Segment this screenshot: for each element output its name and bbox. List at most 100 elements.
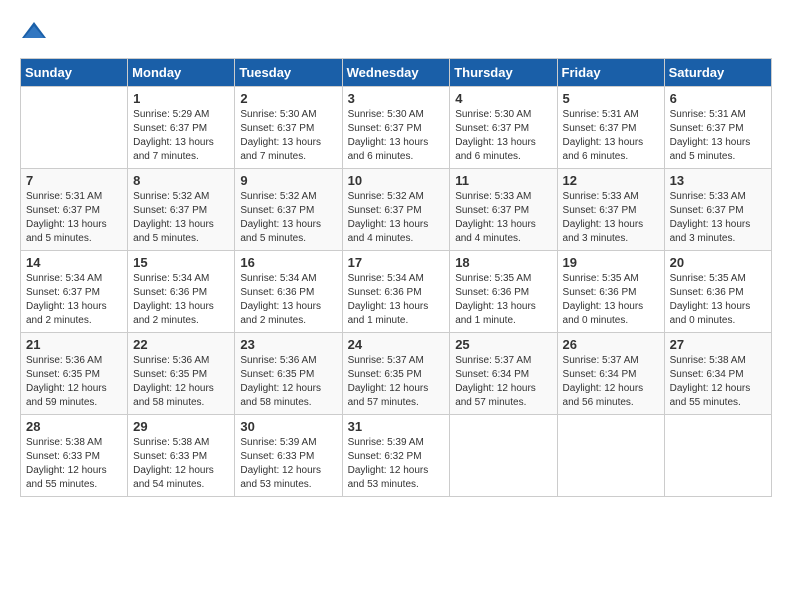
day-number: 21 xyxy=(26,337,122,352)
day-number: 12 xyxy=(563,173,659,188)
col-header-friday: Friday xyxy=(557,59,664,87)
day-info: Sunrise: 5:31 AMSunset: 6:37 PMDaylight:… xyxy=(563,108,659,164)
day-number: 4 xyxy=(455,91,551,106)
calendar-cell: 16 Sunrise: 5:34 AMSunset: 6:36 PMDayligh… xyxy=(235,251,342,333)
day-info: Sunrise: 5:34 AMSunset: 6:37 PMDaylight:… xyxy=(26,272,122,328)
calendar-cell: 7Sunrise: 5:31 AMSunset: 6:37 PMDaylight… xyxy=(21,169,128,251)
day-info: Sunrise: 5:35 AMSunset: 6:36 PMDaylight:… xyxy=(563,272,659,328)
day-info: Sunrise: 5:33 AMSunset: 6:37 PMDaylight:… xyxy=(670,190,766,246)
day-info: Sunrise: 5:37 AMSunset: 6:34 PMDaylight:… xyxy=(563,354,659,410)
calendar-cell: 6Sunrise: 5:31 AMSunset: 6:37 PMDaylight… xyxy=(664,87,771,169)
logo-icon xyxy=(20,20,48,42)
calendar-week-row: 7Sunrise: 5:31 AMSunset: 6:37 PMDaylight… xyxy=(21,169,772,251)
day-info: Sunrise: 5:34 AMSunset: 6:36 PMDaylight:… xyxy=(240,272,336,328)
day-info: Sunrise: 5:37 AMSunset: 6:35 PMDaylight:… xyxy=(348,354,445,410)
day-info: Sunrise: 5:35 AMSunset: 6:36 PMDaylight:… xyxy=(455,272,551,328)
calendar-cell: 4 Sunrise: 5:30 AMSunset: 6:37 PMDaylight… xyxy=(450,87,557,169)
calendar-cell: 23 Sunrise: 5:36 AMSunset: 6:35 PMDayligh… xyxy=(235,333,342,415)
day-info: Sunrise: 5:36 AMSunset: 6:35 PMDaylight:… xyxy=(240,354,336,410)
day-number: 27 xyxy=(670,337,766,352)
day-info: Sunrise: 5:30 AMSunset: 6:37 PMDaylight:… xyxy=(348,108,445,164)
col-header-saturday: Saturday xyxy=(664,59,771,87)
col-header-wednesday: Wednesday xyxy=(342,59,450,87)
day-number: 14 xyxy=(26,255,122,270)
day-number: 29 xyxy=(133,419,229,434)
day-number: 5 xyxy=(563,91,659,106)
day-info: Sunrise: 5:38 AMSunset: 6:33 PMDaylight:… xyxy=(26,436,122,492)
calendar-table: SundayMondayTuesdayWednesdayThursdayFrid… xyxy=(20,58,772,497)
calendar-cell: 30 Sunrise: 5:39 AMSunset: 6:33 PMDayligh… xyxy=(235,415,342,497)
calendar-cell: 19 Sunrise: 5:35 AMSunset: 6:36 PMDayligh… xyxy=(557,251,664,333)
logo xyxy=(20,20,52,42)
day-info: Sunrise: 5:33 AMSunset: 6:37 PMDaylight:… xyxy=(455,190,551,246)
calendar-header-row: SundayMondayTuesdayWednesdayThursdayFrid… xyxy=(21,59,772,87)
day-number: 22 xyxy=(133,337,229,352)
calendar-cell: 9 Sunrise: 5:32 AMSunset: 6:37 PMDaylight… xyxy=(235,169,342,251)
calendar-cell: 5 Sunrise: 5:31 AMSunset: 6:37 PMDaylight… xyxy=(557,87,664,169)
calendar-cell: 1 Sunrise: 5:29 AMSunset: 6:37 PMDaylight… xyxy=(128,87,235,169)
day-number: 8 xyxy=(133,173,229,188)
calendar-cell: 17Sunrise: 5:34 AMSunset: 6:36 PMDayligh… xyxy=(342,251,450,333)
day-info: Sunrise: 5:35 AMSunset: 6:36 PMDaylight:… xyxy=(670,272,766,328)
calendar-cell: 18 Sunrise: 5:35 AMSunset: 6:36 PMDayligh… xyxy=(450,251,557,333)
day-info: Sunrise: 5:34 AMSunset: 6:36 PMDaylight:… xyxy=(348,272,445,328)
calendar-cell: 21 Sunrise: 5:36 AMSunset: 6:35 PMDayligh… xyxy=(21,333,128,415)
day-info: Sunrise: 5:34 AMSunset: 6:36 PMDaylight:… xyxy=(133,272,229,328)
day-number: 1 xyxy=(133,91,229,106)
day-info: Sunrise: 5:36 AMSunset: 6:35 PMDaylight:… xyxy=(133,354,229,410)
calendar-cell: 11 Sunrise: 5:33 AMSunset: 6:37 PMDayligh… xyxy=(450,169,557,251)
day-info: Sunrise: 5:31 AMSunset: 6:37 PMDaylight:… xyxy=(26,190,122,246)
calendar-cell: 25Sunrise: 5:37 AMSunset: 6:34 PMDayligh… xyxy=(450,333,557,415)
day-number: 19 xyxy=(563,255,659,270)
day-info: Sunrise: 5:39 AMSunset: 6:33 PMDaylight:… xyxy=(240,436,336,492)
calendar-cell: 27 Sunrise: 5:38 AMSunset: 6:34 PMDayligh… xyxy=(664,333,771,415)
calendar-cell: 24 Sunrise: 5:37 AMSunset: 6:35 PMDayligh… xyxy=(342,333,450,415)
calendar-week-row: 28 Sunrise: 5:38 AMSunset: 6:33 PMDayligh… xyxy=(21,415,772,497)
day-info: Sunrise: 5:32 AMSunset: 6:37 PMDaylight:… xyxy=(348,190,445,246)
calendar-cell: 15 Sunrise: 5:34 AMSunset: 6:36 PMDayligh… xyxy=(128,251,235,333)
day-number: 15 xyxy=(133,255,229,270)
day-info: Sunrise: 5:37 AMSunset: 6:34 PMDaylight:… xyxy=(455,354,551,410)
calendar-cell xyxy=(664,415,771,497)
day-number: 3 xyxy=(348,91,445,106)
day-number: 2 xyxy=(240,91,336,106)
col-header-monday: Monday xyxy=(128,59,235,87)
col-header-tuesday: Tuesday xyxy=(235,59,342,87)
calendar-cell xyxy=(450,415,557,497)
day-number: 30 xyxy=(240,419,336,434)
day-number: 24 xyxy=(348,337,445,352)
day-number: 28 xyxy=(26,419,122,434)
calendar-cell: 3 Sunrise: 5:30 AMSunset: 6:37 PMDaylight… xyxy=(342,87,450,169)
calendar-cell: 10 Sunrise: 5:32 AMSunset: 6:37 PMDayligh… xyxy=(342,169,450,251)
calendar-cell: 28 Sunrise: 5:38 AMSunset: 6:33 PMDayligh… xyxy=(21,415,128,497)
day-info: Sunrise: 5:29 AMSunset: 6:37 PMDaylight:… xyxy=(133,108,229,164)
calendar-cell: 29Sunrise: 5:38 AMSunset: 6:33 PMDayligh… xyxy=(128,415,235,497)
day-number: 26 xyxy=(563,337,659,352)
calendar-cell xyxy=(21,87,128,169)
day-info: Sunrise: 5:33 AMSunset: 6:37 PMDaylight:… xyxy=(563,190,659,246)
day-number: 10 xyxy=(348,173,445,188)
day-info: Sunrise: 5:36 AMSunset: 6:35 PMDaylight:… xyxy=(26,354,122,410)
day-info: Sunrise: 5:30 AMSunset: 6:37 PMDaylight:… xyxy=(240,108,336,164)
day-number: 13 xyxy=(670,173,766,188)
day-info: Sunrise: 5:32 AMSunset: 6:37 PMDaylight:… xyxy=(240,190,336,246)
calendar-cell xyxy=(557,415,664,497)
day-number: 23 xyxy=(240,337,336,352)
day-info: Sunrise: 5:31 AMSunset: 6:37 PMDaylight:… xyxy=(670,108,766,164)
page-header xyxy=(20,20,772,42)
calendar-cell: 8Sunrise: 5:32 AMSunset: 6:37 PMDaylight… xyxy=(128,169,235,251)
day-number: 16 xyxy=(240,255,336,270)
col-header-sunday: Sunday xyxy=(21,59,128,87)
day-info: Sunrise: 5:39 AMSunset: 6:32 PMDaylight:… xyxy=(348,436,445,492)
calendar-cell: 31 Sunrise: 5:39 AMSunset: 6:32 PMDayligh… xyxy=(342,415,450,497)
calendar-cell: 13 Sunrise: 5:33 AMSunset: 6:37 PMDayligh… xyxy=(664,169,771,251)
day-number: 11 xyxy=(455,173,551,188)
day-info: Sunrise: 5:38 AMSunset: 6:34 PMDaylight:… xyxy=(670,354,766,410)
day-number: 9 xyxy=(240,173,336,188)
day-number: 18 xyxy=(455,255,551,270)
day-number: 31 xyxy=(348,419,445,434)
calendar-cell: 20Sunrise: 5:35 AMSunset: 6:36 PMDayligh… xyxy=(664,251,771,333)
calendar-cell: 14 Sunrise: 5:34 AMSunset: 6:37 PMDayligh… xyxy=(21,251,128,333)
calendar-week-row: 21 Sunrise: 5:36 AMSunset: 6:35 PMDayligh… xyxy=(21,333,772,415)
day-info: Sunrise: 5:30 AMSunset: 6:37 PMDaylight:… xyxy=(455,108,551,164)
